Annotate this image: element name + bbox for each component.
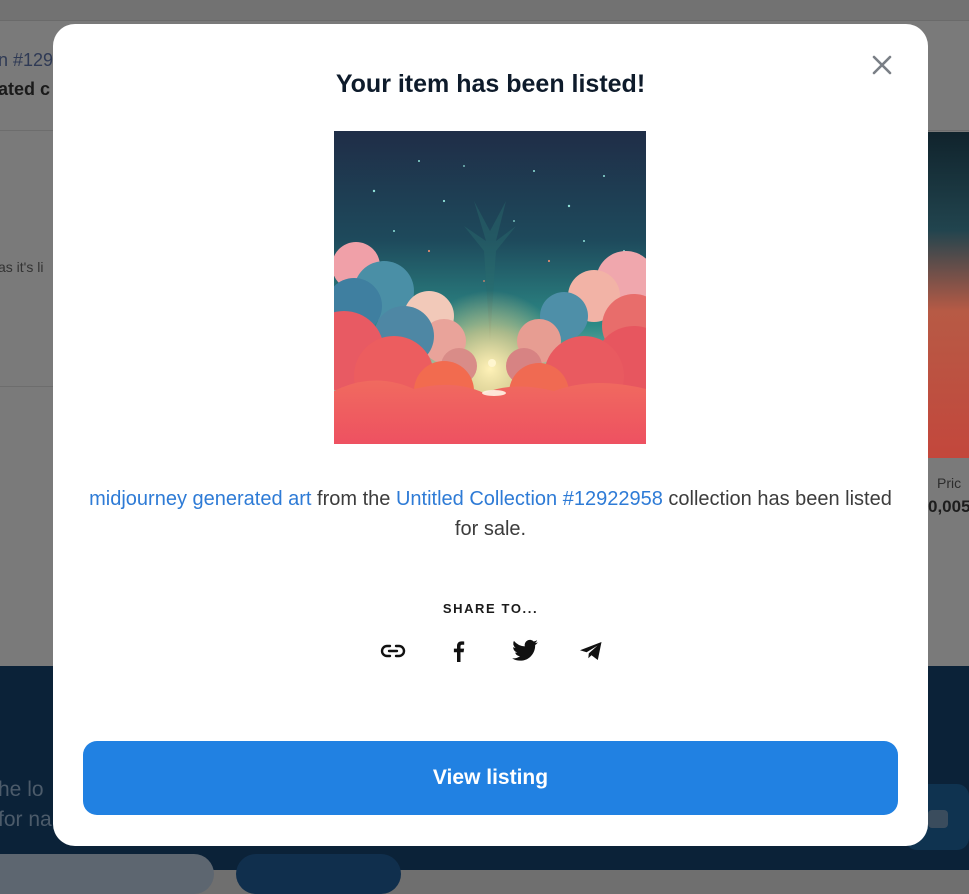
nft-artwork-image xyxy=(334,131,646,444)
item-name-link[interactable]: midjourney generated art xyxy=(89,488,311,510)
background-input xyxy=(0,854,214,894)
modal-title: Your item has been listed! xyxy=(335,70,646,98)
background-nft-card-image xyxy=(925,132,969,458)
background-price-value: 0,005 xyxy=(928,497,969,516)
listing-description: midjourney generated art from the Untitl… xyxy=(88,484,893,544)
telegram-icon[interactable] xyxy=(577,637,605,665)
close-icon[interactable] xyxy=(869,52,895,78)
background-price-label: Pric xyxy=(937,475,962,491)
background-item-title: ated c xyxy=(0,79,51,99)
share-icons xyxy=(379,637,605,665)
listing-success-modal: Your item has been listed! midjourney ge… xyxy=(53,24,928,846)
background-description: as it's li xyxy=(0,259,44,275)
facebook-icon[interactable] xyxy=(445,637,473,665)
youtube-icon xyxy=(928,810,948,828)
view-listing-button[interactable]: View listing xyxy=(83,741,898,815)
description-text: from the xyxy=(311,488,396,510)
share-label: SHARE TO... xyxy=(442,601,539,616)
twitter-icon[interactable] xyxy=(511,637,539,665)
link-icon[interactable] xyxy=(379,637,407,665)
background-button xyxy=(236,854,401,894)
background-footer-text: he lo xyxy=(0,778,44,801)
background-footer-text: for na xyxy=(0,808,52,831)
collection-name-link[interactable]: Untitled Collection #12922958 xyxy=(396,488,663,510)
background-topbar xyxy=(0,0,969,21)
